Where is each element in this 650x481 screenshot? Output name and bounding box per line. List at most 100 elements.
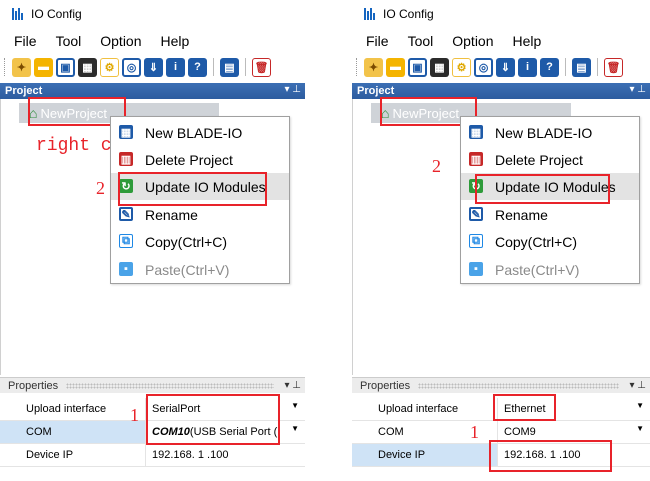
blade-io-icon: ▦ bbox=[119, 125, 133, 139]
download-icon[interactable]: ⇓ bbox=[496, 57, 515, 77]
blade-io-icon: ▦ bbox=[469, 125, 483, 139]
save-as-icon[interactable]: ▦ bbox=[78, 57, 97, 77]
properties-panel-header: Properties ▾ ⊥ bbox=[0, 377, 305, 393]
project-panel-title: Project bbox=[357, 85, 395, 97]
chevron-down-icon[interactable]: ▼ bbox=[291, 401, 299, 410]
annotation-box-upload-interface bbox=[493, 394, 556, 421]
toolbar-separator bbox=[245, 58, 246, 76]
prop-label: Upload interface bbox=[352, 398, 498, 420]
module-icon[interactable]: ▤ bbox=[220, 57, 239, 77]
toolbar-grip[interactable] bbox=[356, 58, 359, 76]
annotation-box-interface-com bbox=[146, 394, 280, 445]
new-project-icon[interactable]: ✦ bbox=[364, 57, 383, 77]
properties-panel-title: Properties bbox=[8, 379, 59, 392]
menu-delete-project[interactable]: ▥ Delete Project bbox=[111, 146, 289, 173]
com-value: COM9 bbox=[504, 426, 536, 438]
toolbar: ✦ ▬ ▣ ▦ ⚙ ◎ ⇓ i ? ▤ 🗑 bbox=[352, 54, 650, 80]
chevron-down-icon[interactable]: ▼ bbox=[291, 424, 299, 433]
panel-pin-icon[interactable]: ▾ ⊥ bbox=[284, 380, 301, 391]
open-folder-icon[interactable]: ▬ bbox=[34, 57, 53, 77]
download-icon[interactable]: ⇓ bbox=[144, 57, 163, 77]
menu-file[interactable]: File bbox=[366, 33, 389, 49]
panel-pin-icon[interactable]: ▾ ⊥ bbox=[284, 84, 301, 95]
prop-label: Upload interface bbox=[0, 398, 146, 420]
rename-icon: ✎ bbox=[469, 207, 483, 221]
paste-icon: ▪ bbox=[119, 262, 133, 276]
menu-copy[interactable]: ⧉ Copy(Ctrl+C) bbox=[111, 228, 289, 255]
menu-item-label: Copy(Ctrl+C) bbox=[145, 233, 228, 250]
menu-paste[interactable]: ▪ Paste(Ctrl+V) bbox=[461, 256, 639, 283]
info-icon[interactable]: i bbox=[166, 57, 185, 77]
header-grip bbox=[418, 382, 620, 389]
prop-label: Device IP bbox=[352, 444, 498, 466]
properties-panel-title: Properties bbox=[360, 379, 411, 392]
chevron-down-icon[interactable]: ▼ bbox=[636, 401, 644, 410]
menu-delete-project[interactable]: ▥ Delete Project bbox=[461, 146, 639, 173]
toolbar-grip[interactable] bbox=[4, 58, 7, 76]
panel-pin-icon[interactable]: ▾ ⊥ bbox=[629, 380, 646, 391]
help-icon[interactable]: ? bbox=[188, 57, 207, 77]
menu-item-label: Rename bbox=[495, 206, 548, 223]
menu-option[interactable]: Option bbox=[100, 33, 141, 49]
info-icon[interactable]: i bbox=[518, 57, 537, 77]
annotation-number-2: 2 bbox=[96, 178, 105, 198]
menu-tool[interactable]: Tool bbox=[56, 33, 82, 49]
toolbar: ✦ ▬ ▣ ▦ ⚙ ◎ ⇓ i ? ▤ 🗑 bbox=[0, 54, 305, 80]
menu-help[interactable]: Help bbox=[513, 33, 542, 49]
title-bar: IO Config bbox=[0, 0, 305, 28]
toolbar-separator bbox=[597, 58, 598, 76]
panel-pin-icon[interactable]: ▾ ⊥ bbox=[629, 84, 646, 95]
open-folder-icon[interactable]: ▬ bbox=[386, 57, 405, 77]
menu-item-label: Delete Project bbox=[145, 151, 233, 168]
delete-icon[interactable]: 🗑 bbox=[604, 57, 623, 77]
menu-help[interactable]: Help bbox=[161, 33, 190, 49]
save-as-icon[interactable]: ▦ bbox=[430, 57, 449, 77]
menu-option[interactable]: Option bbox=[452, 33, 493, 49]
annotation-number-1: 1 bbox=[470, 422, 479, 442]
settings-gear-icon[interactable]: ⚙ bbox=[452, 57, 471, 77]
app-logo-icon bbox=[12, 8, 26, 20]
new-project-icon[interactable]: ✦ bbox=[12, 57, 31, 77]
save-icon[interactable]: ▣ bbox=[56, 57, 75, 77]
trash-icon: ▥ bbox=[469, 152, 483, 166]
trash-icon: ▥ bbox=[119, 152, 133, 166]
search-icon[interactable]: ◎ bbox=[122, 57, 141, 77]
menu-new-blade-io[interactable]: ▦ New BLADE-IO bbox=[111, 119, 289, 146]
rename-icon: ✎ bbox=[119, 207, 133, 221]
menu-file[interactable]: File bbox=[14, 33, 37, 49]
menu-bar: File Tool Option Help bbox=[352, 30, 650, 52]
right-window: IO Config File Tool Option Help ✦ ▬ ▣ ▦ … bbox=[352, 0, 650, 481]
menu-bar: File Tool Option Help bbox=[0, 30, 305, 52]
toolbar-separator bbox=[213, 58, 214, 76]
annotation-number-2: 2 bbox=[432, 156, 441, 176]
device-ip-field[interactable]: 192.168. 1 .100 bbox=[147, 444, 305, 466]
settings-gear-icon[interactable]: ⚙ bbox=[100, 57, 119, 77]
menu-new-blade-io[interactable]: ▦ New BLADE-IO bbox=[461, 119, 639, 146]
menu-rename[interactable]: ✎ Rename bbox=[461, 201, 639, 228]
delete-icon[interactable]: 🗑 bbox=[252, 57, 271, 77]
prop-label: Device IP bbox=[0, 444, 146, 466]
menu-item-label: Paste(Ctrl+V) bbox=[495, 261, 580, 278]
module-icon[interactable]: ▤ bbox=[572, 57, 591, 77]
annotation-box-update-modules bbox=[118, 172, 267, 206]
menu-copy[interactable]: ⧉ Copy(Ctrl+C) bbox=[461, 228, 639, 255]
save-icon[interactable]: ▣ bbox=[408, 57, 427, 77]
menu-item-label: New BLADE-IO bbox=[495, 124, 593, 141]
chevron-down-icon[interactable]: ▼ bbox=[636, 424, 644, 433]
search-icon[interactable]: ◎ bbox=[474, 57, 493, 77]
menu-item-label: Paste(Ctrl+V) bbox=[145, 261, 230, 278]
help-icon[interactable]: ? bbox=[540, 57, 559, 77]
menu-paste[interactable]: ▪ Paste(Ctrl+V) bbox=[111, 256, 289, 283]
annotation-box-device-ip bbox=[489, 440, 612, 472]
project-panel-title: Project bbox=[5, 85, 43, 97]
header-grip bbox=[66, 382, 275, 389]
prop-row-device-ip[interactable]: Device IP 192.168. 1 .100 bbox=[0, 444, 305, 467]
annotation-number-1: 1 bbox=[130, 405, 139, 425]
copy-icon: ⧉ bbox=[119, 234, 133, 248]
menu-item-label: New BLADE-IO bbox=[145, 124, 243, 141]
window-title: IO Config bbox=[31, 7, 82, 21]
menu-tool[interactable]: Tool bbox=[408, 33, 434, 49]
prop-label: COM bbox=[0, 421, 146, 443]
menu-item-label: Delete Project bbox=[495, 151, 583, 168]
menu-item-label: Rename bbox=[145, 206, 198, 223]
